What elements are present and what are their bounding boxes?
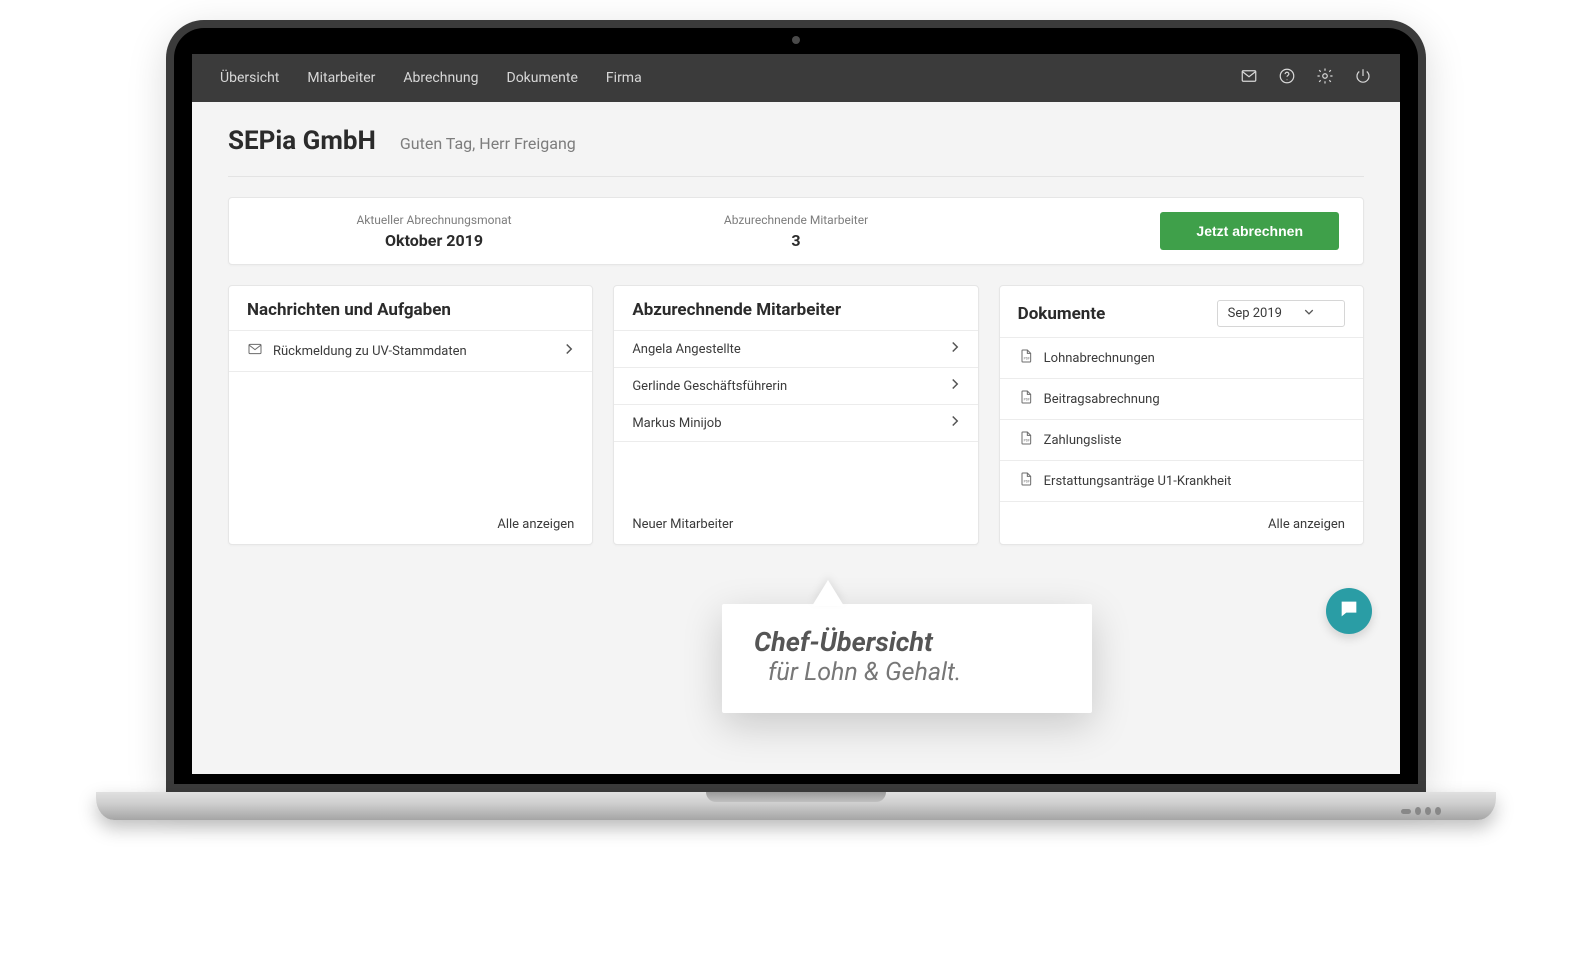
gear-icon[interactable] [1316, 67, 1334, 89]
messages-title: Nachrichten und Aufgaben [247, 300, 451, 320]
mail-icon[interactable] [1240, 67, 1258, 89]
callout-bubble: Chef-Übersicht für Lohn & Gehalt. [722, 604, 1092, 713]
nav-documents[interactable]: Dokumente [507, 70, 578, 86]
nav-company[interactable]: Firma [606, 70, 642, 86]
employee-name: Angela Angestellte [632, 342, 741, 357]
greeting-text: Guten Tag, Herr Freigang [400, 134, 576, 153]
pdf-icon: PDF [1018, 348, 1034, 368]
summary-employees-value: 3 [615, 231, 977, 250]
document-item[interactable]: PDF Zahlungsliste [1000, 420, 1363, 461]
page-body: SEPia GmbH Guten Tag, Herr Freigang Aktu… [192, 102, 1400, 569]
pdf-icon: PDF [1018, 471, 1034, 491]
summary-cta-cell: Jetzt abrechnen [977, 212, 1339, 250]
header-icon-group [1240, 67, 1372, 89]
base-feet [1401, 806, 1441, 816]
power-icon[interactable] [1354, 67, 1372, 89]
title-row: SEPia GmbH Guten Tag, Herr Freigang [228, 126, 1364, 177]
company-name: SEPia GmbH [228, 126, 376, 156]
summary-bar: Aktueller Abrechnungsmonat Oktober 2019 … [228, 197, 1364, 265]
summary-month: Aktueller Abrechnungsmonat Oktober 2019 [253, 213, 615, 250]
laptop-frame: Übersicht Mitarbeiter Abrechnung Dokumen… [166, 20, 1426, 792]
employee-item[interactable]: Angela Angestellte [614, 331, 977, 368]
document-label: Zahlungsliste [1044, 433, 1122, 448]
documents-show-all-link[interactable]: Alle anzeigen [1268, 517, 1345, 532]
employee-name: Gerlinde Geschäftsführerin [632, 379, 787, 394]
summary-month-label: Aktueller Abrechnungsmonat [253, 213, 615, 227]
laptop-base [96, 792, 1496, 820]
new-employee-link[interactable]: Neuer Mitarbeiter [632, 517, 733, 532]
camera-dot [792, 36, 800, 44]
employee-item[interactable]: Gerlinde Geschäftsführerin [614, 368, 977, 405]
help-icon[interactable] [1278, 67, 1296, 89]
callout-subtitle: für Lohn & Gehalt. [754, 658, 1060, 687]
message-item[interactable]: Rückmeldung zu UV-Stammdaten [229, 331, 592, 372]
svg-text:PDF: PDF [1023, 356, 1029, 360]
chat-button[interactable] [1326, 588, 1372, 634]
svg-text:PDF: PDF [1023, 479, 1029, 483]
dashboard-columns: Nachrichten und Aufgaben Rückmeldung zu … [228, 285, 1364, 545]
pdf-icon: PDF [1018, 389, 1034, 409]
chevron-right-icon [950, 341, 960, 357]
main-nav: Übersicht Mitarbeiter Abrechnung Dokumen… [220, 70, 642, 86]
month-selector[interactable]: Sep 2019 [1217, 300, 1345, 327]
chevron-down-icon [1304, 306, 1314, 321]
chevron-right-icon [950, 415, 960, 431]
pdf-icon: PDF [1018, 430, 1034, 450]
message-label: Rückmeldung zu UV-Stammdaten [273, 344, 467, 359]
chat-icon [1338, 598, 1360, 624]
documents-card: Dokumente Sep 2019 P [999, 285, 1364, 545]
svg-text:PDF: PDF [1023, 397, 1029, 401]
summary-month-value: Oktober 2019 [253, 231, 615, 250]
document-item[interactable]: PDF Lohnabrechnungen [1000, 338, 1363, 379]
summary-employees-label: Abzurechnende Mitarbeiter [615, 213, 977, 227]
svg-text:PDF: PDF [1023, 438, 1029, 442]
employee-item[interactable]: Markus Minijob [614, 405, 977, 442]
mail-icon [247, 341, 263, 361]
chevron-right-icon [564, 343, 574, 359]
month-selector-value: Sep 2019 [1228, 306, 1282, 321]
messages-card: Nachrichten und Aufgaben Rückmeldung zu … [228, 285, 593, 545]
app-screen: Übersicht Mitarbeiter Abrechnung Dokumen… [192, 54, 1400, 774]
app-header: Übersicht Mitarbeiter Abrechnung Dokumen… [192, 54, 1400, 102]
run-payroll-button[interactable]: Jetzt abrechnen [1160, 212, 1339, 250]
callout-title: Chef-Übersicht [754, 626, 1060, 658]
employee-name: Markus Minijob [632, 416, 721, 431]
document-item[interactable]: PDF Erstattungsanträge U1-Krankheit [1000, 461, 1363, 502]
callout-arrow [812, 580, 844, 606]
document-item[interactable]: PDF Beitragsabrechnung [1000, 379, 1363, 420]
nav-overview[interactable]: Übersicht [220, 70, 279, 86]
nav-employees[interactable]: Mitarbeiter [307, 70, 375, 86]
chevron-right-icon [950, 378, 960, 394]
document-label: Erstattungsanträge U1-Krankheit [1044, 474, 1232, 489]
documents-title: Dokumente [1018, 304, 1106, 324]
nav-payroll[interactable]: Abrechnung [403, 70, 478, 86]
document-label: Lohnabrechnungen [1044, 351, 1155, 366]
employees-card: Abzurechnende Mitarbeiter Angela Angeste… [613, 285, 978, 545]
document-label: Beitragsabrechnung [1044, 392, 1160, 407]
summary-employees: Abzurechnende Mitarbeiter 3 [615, 213, 977, 250]
messages-show-all-link[interactable]: Alle anzeigen [497, 517, 574, 532]
employees-title: Abzurechnende Mitarbeiter [632, 300, 841, 320]
